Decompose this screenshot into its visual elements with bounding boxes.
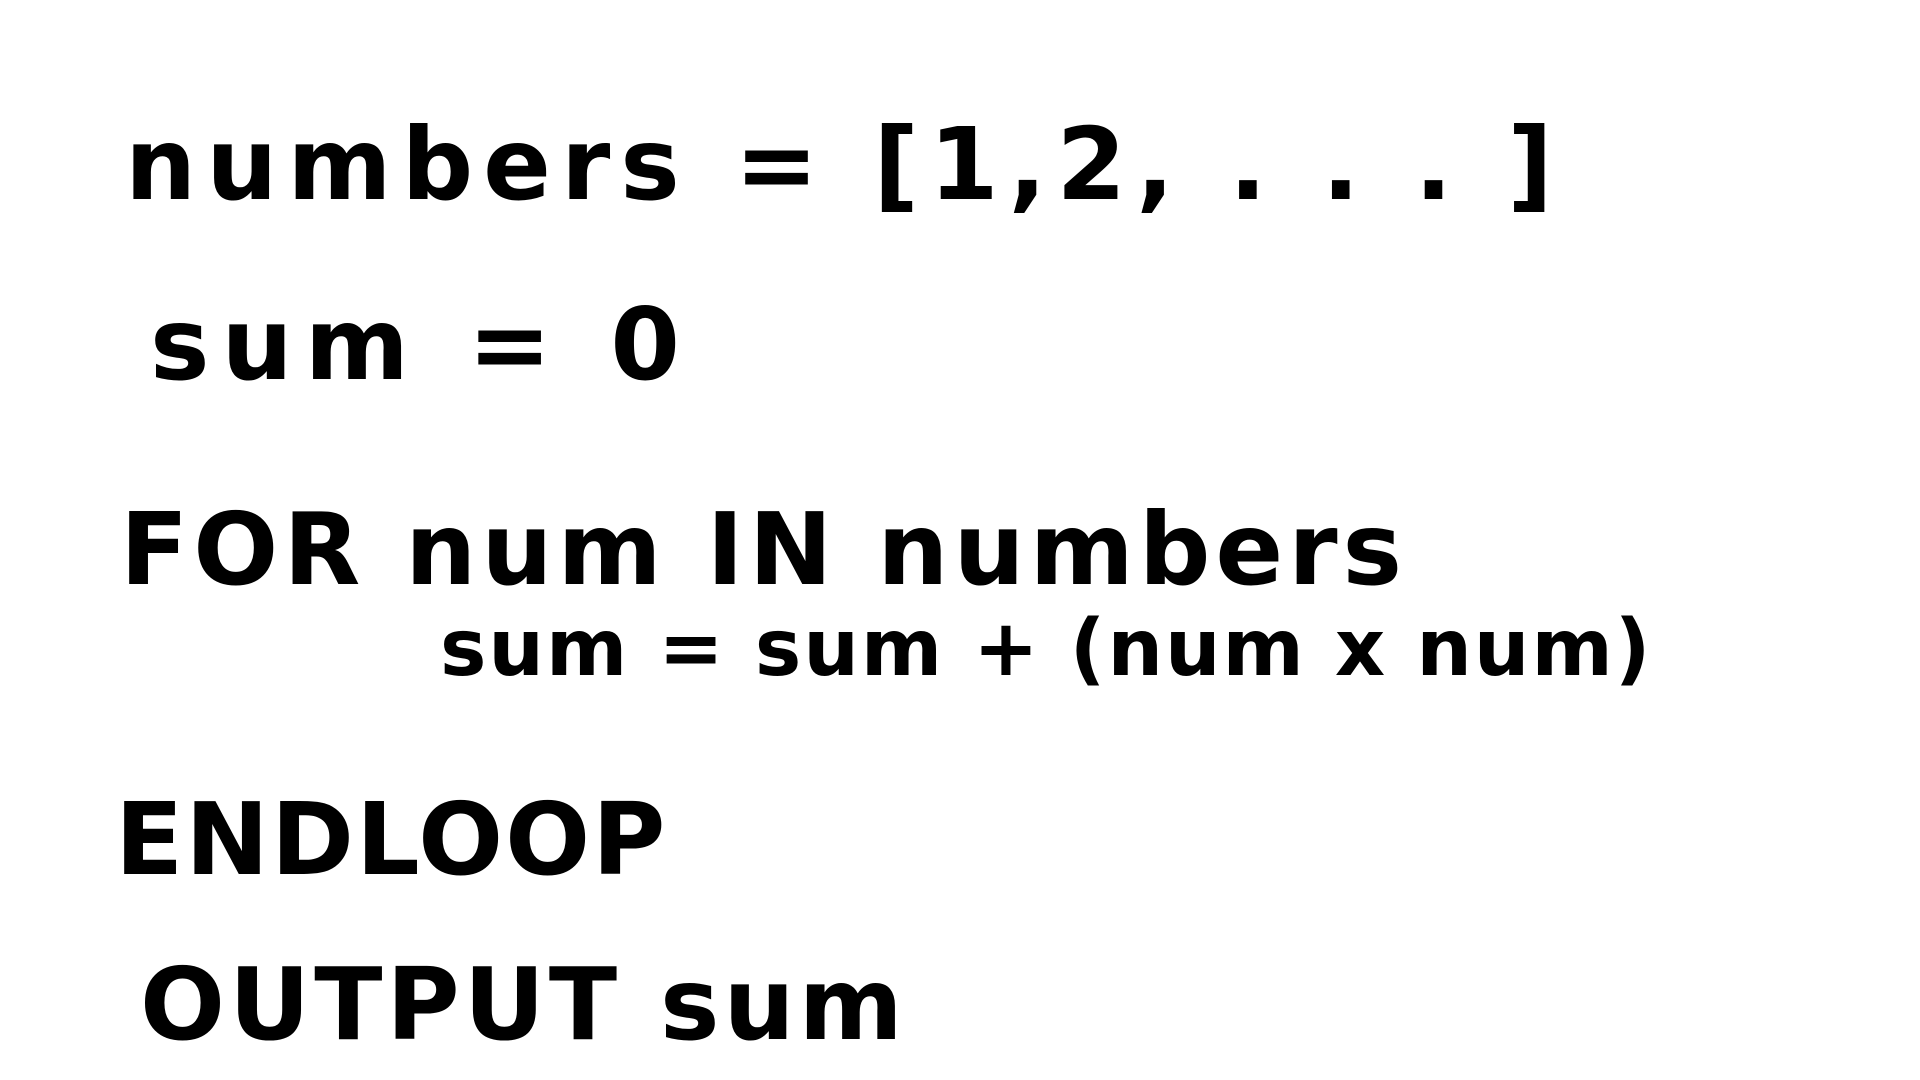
- code-line-loop-body: sum = sum + (num x num): [440, 604, 1653, 694]
- code-line-endloop: ENDLOOP: [115, 781, 668, 898]
- code-line-for-loop: FOR num IN numbers: [120, 491, 1408, 608]
- code-line-sum-init: sum = 0: [150, 286, 692, 403]
- code-line-numbers-assignment: numbers = [1,2, . . . ]: [125, 106, 1564, 223]
- code-line-output: OUTPUT sum: [140, 946, 907, 1063]
- handwritten-pseudocode-page: numbers = [1,2, . . . ] sum = 0 FOR num …: [0, 0, 1920, 1080]
